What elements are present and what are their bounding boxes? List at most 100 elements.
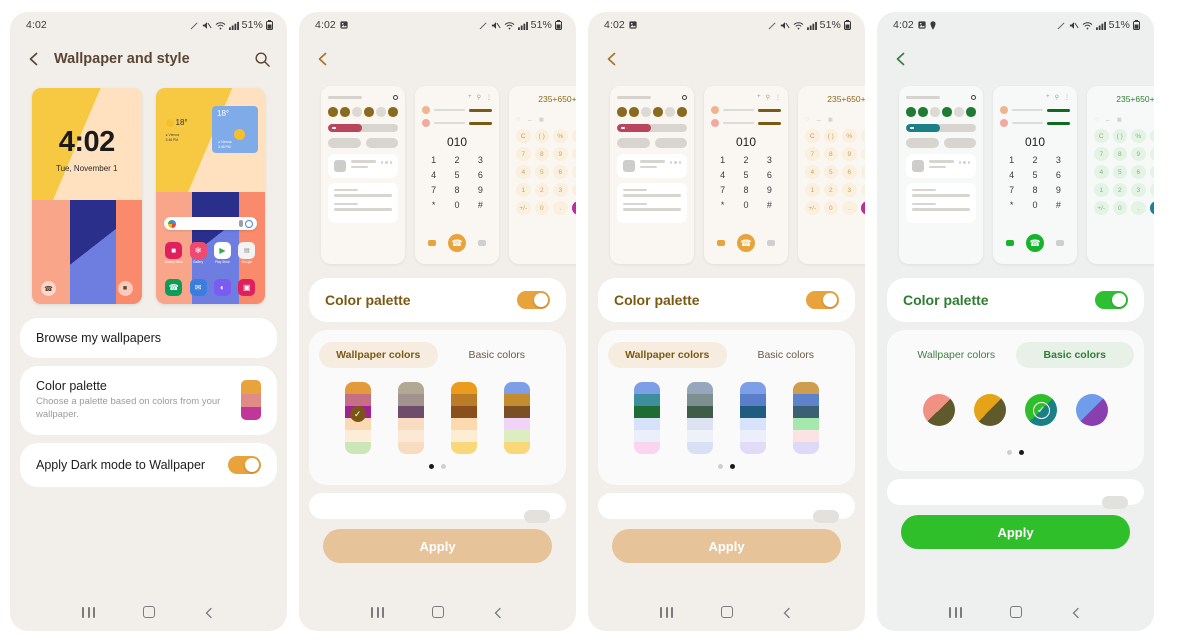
- swatch-option[interactable]: [451, 382, 478, 454]
- panel-color-palette-page2: 4:02 51% + ⚲ ⋮ 010 1 2 3 4 5 6 7 8 9 * 0…: [588, 12, 865, 631]
- preview-quick-settings: [899, 86, 983, 264]
- home-icon[interactable]: [1010, 606, 1022, 618]
- apply-area: Apply: [877, 505, 1154, 553]
- color-palette-label: Color palette: [903, 292, 989, 308]
- app-icon-galaxy-store: ■ Galaxy Store: [165, 242, 183, 264]
- camera-shortcut-icon: ■: [117, 281, 133, 296]
- calc-result: 12(: [1094, 106, 1154, 112]
- system-navbar: [877, 593, 1154, 631]
- selected-check-icon: ✓: [1025, 394, 1057, 426]
- calc-expression: 235+650+37: [827, 94, 865, 104]
- tab-wallpaper-colors[interactable]: Wallpaper colors: [319, 342, 438, 368]
- basic-color-option[interactable]: [973, 394, 1006, 426]
- back-icon[interactable]: [1070, 606, 1082, 619]
- gear-icon: [682, 95, 687, 100]
- basic-color-option[interactable]: [922, 394, 955, 426]
- apply-area: Apply: [299, 519, 576, 567]
- peek-row[interactable]: [887, 479, 1144, 509]
- peek-row[interactable]: [598, 493, 855, 523]
- back-icon[interactable]: [781, 606, 793, 619]
- wifi-icon: [215, 21, 226, 30]
- page-dots: [319, 464, 556, 475]
- apply-button[interactable]: Apply: [612, 529, 841, 563]
- system-navbar: [588, 593, 865, 631]
- home-icon[interactable]: [143, 606, 155, 618]
- home-icon[interactable]: [721, 606, 733, 618]
- row-browse-my-wallpapers[interactable]: Browse my wallpapers: [20, 318, 277, 358]
- tab-basic-colors[interactable]: Basic colors: [438, 342, 557, 368]
- wifi-icon: [1082, 21, 1093, 30]
- color-palette-toggle[interactable]: [1095, 291, 1128, 309]
- weather-inline-loc: ● Vienna 3:48 PM: [165, 133, 180, 142]
- apply-button[interactable]: Apply: [323, 529, 552, 563]
- swatch-option[interactable]: [686, 382, 713, 454]
- swatch-option[interactable]: [740, 382, 767, 454]
- lock-screen-preview[interactable]: 4:02 Tue, November 1 ☎ ■: [32, 88, 142, 304]
- app-header: [299, 38, 576, 80]
- back-chevron-icon[interactable]: [315, 51, 331, 67]
- back-chevron-icon[interactable]: [26, 51, 42, 67]
- back-chevron-icon[interactable]: [604, 51, 620, 67]
- peek-toggle[interactable]: [524, 510, 550, 523]
- tab-wallpaper-colors[interactable]: Wallpaper colors: [897, 342, 1016, 368]
- recents-icon[interactable]: [371, 606, 384, 618]
- color-palette-toggle[interactable]: [806, 291, 839, 309]
- tab-wallpaper-colors[interactable]: Wallpaper colors: [608, 342, 727, 368]
- system-navbar: [10, 593, 287, 631]
- mute-icon: [202, 21, 212, 30]
- preview-quick-settings: [610, 86, 694, 264]
- battery-icon: [1133, 20, 1140, 30]
- mute-icon: [1069, 21, 1079, 30]
- app-icon-messages: ✉: [189, 279, 207, 296]
- theme-previews: +⚲⋮ 010 123456789*0# ☎ 235+650+37 12( ♡⚊…: [877, 80, 1154, 274]
- app-icon-phone: ☎: [165, 279, 183, 296]
- phone-shortcut-icon: ☎: [41, 281, 56, 296]
- pen-icon: [768, 21, 777, 30]
- panel-wallpaper-and-style: 4:02 51% Wallpaper and style 4:02 Tue, N…: [10, 12, 287, 631]
- app-header: [877, 38, 1154, 80]
- swatch-option[interactable]: [633, 382, 660, 454]
- apply-button[interactable]: Apply: [901, 515, 1130, 549]
- swatch-option[interactable]: [397, 382, 424, 454]
- row-color-palette[interactable]: Color palette Choose a palette based on …: [20, 366, 277, 435]
- swatch-option[interactable]: [793, 382, 820, 454]
- row-subtitle: Choose a palette based on colors from yo…: [36, 396, 221, 420]
- status-time: 4:02: [26, 19, 47, 31]
- peek-toggle[interactable]: [1102, 496, 1128, 509]
- back-chevron-icon[interactable]: [893, 51, 909, 67]
- swatch-option[interactable]: ✓: [344, 382, 371, 454]
- tab-basic-colors[interactable]: Basic colors: [727, 342, 846, 368]
- google-search-bar[interactable]: [163, 217, 257, 230]
- search-icon[interactable]: [254, 51, 271, 68]
- color-palette-toggle[interactable]: [517, 291, 550, 309]
- page-dots: [897, 450, 1134, 461]
- back-icon[interactable]: [492, 606, 504, 619]
- row-apply-dark-mode-to-wallpaper[interactable]: Apply Dark mode to Wallpaper: [20, 442, 277, 487]
- basic-color-option[interactable]: [1076, 394, 1109, 426]
- palette-tabs: Wallpaper colors Basic colors: [897, 342, 1134, 368]
- home-screen-preview[interactable]: 18° ● Vienna 3:48 PM 18° ● Vienna 3:48 PM …: [155, 88, 265, 304]
- peek-row[interactable]: [309, 493, 566, 523]
- settings-list: Browse my wallpapers Color palette Choos…: [10, 318, 287, 487]
- image-icon: [340, 21, 348, 29]
- tab-basic-colors[interactable]: Basic colors: [1015, 342, 1134, 368]
- basic-color-option[interactable]: ✓: [1025, 394, 1058, 426]
- home-icon[interactable]: [432, 606, 444, 618]
- weather-widget-temp: 18°: [217, 109, 230, 118]
- calc-expression: 235+650+37: [1116, 94, 1154, 104]
- back-icon[interactable]: [203, 606, 215, 619]
- swatch-option[interactable]: [504, 382, 531, 454]
- app-icon-gallery: ✻ Gallery: [189, 242, 207, 264]
- pen-icon: [190, 21, 199, 30]
- mute-icon: [780, 21, 790, 30]
- recents-icon[interactable]: [82, 606, 95, 618]
- calc-result: 12(: [805, 106, 865, 112]
- sun-small-icon: [165, 118, 174, 127]
- image-icon: [918, 21, 926, 29]
- dark-mode-toggle[interactable]: [228, 455, 261, 474]
- recents-icon[interactable]: [949, 606, 962, 618]
- peek-toggle[interactable]: [813, 510, 839, 523]
- system-navbar: [299, 593, 576, 631]
- recents-icon[interactable]: [660, 606, 673, 618]
- palette-thumbnail: [241, 380, 261, 421]
